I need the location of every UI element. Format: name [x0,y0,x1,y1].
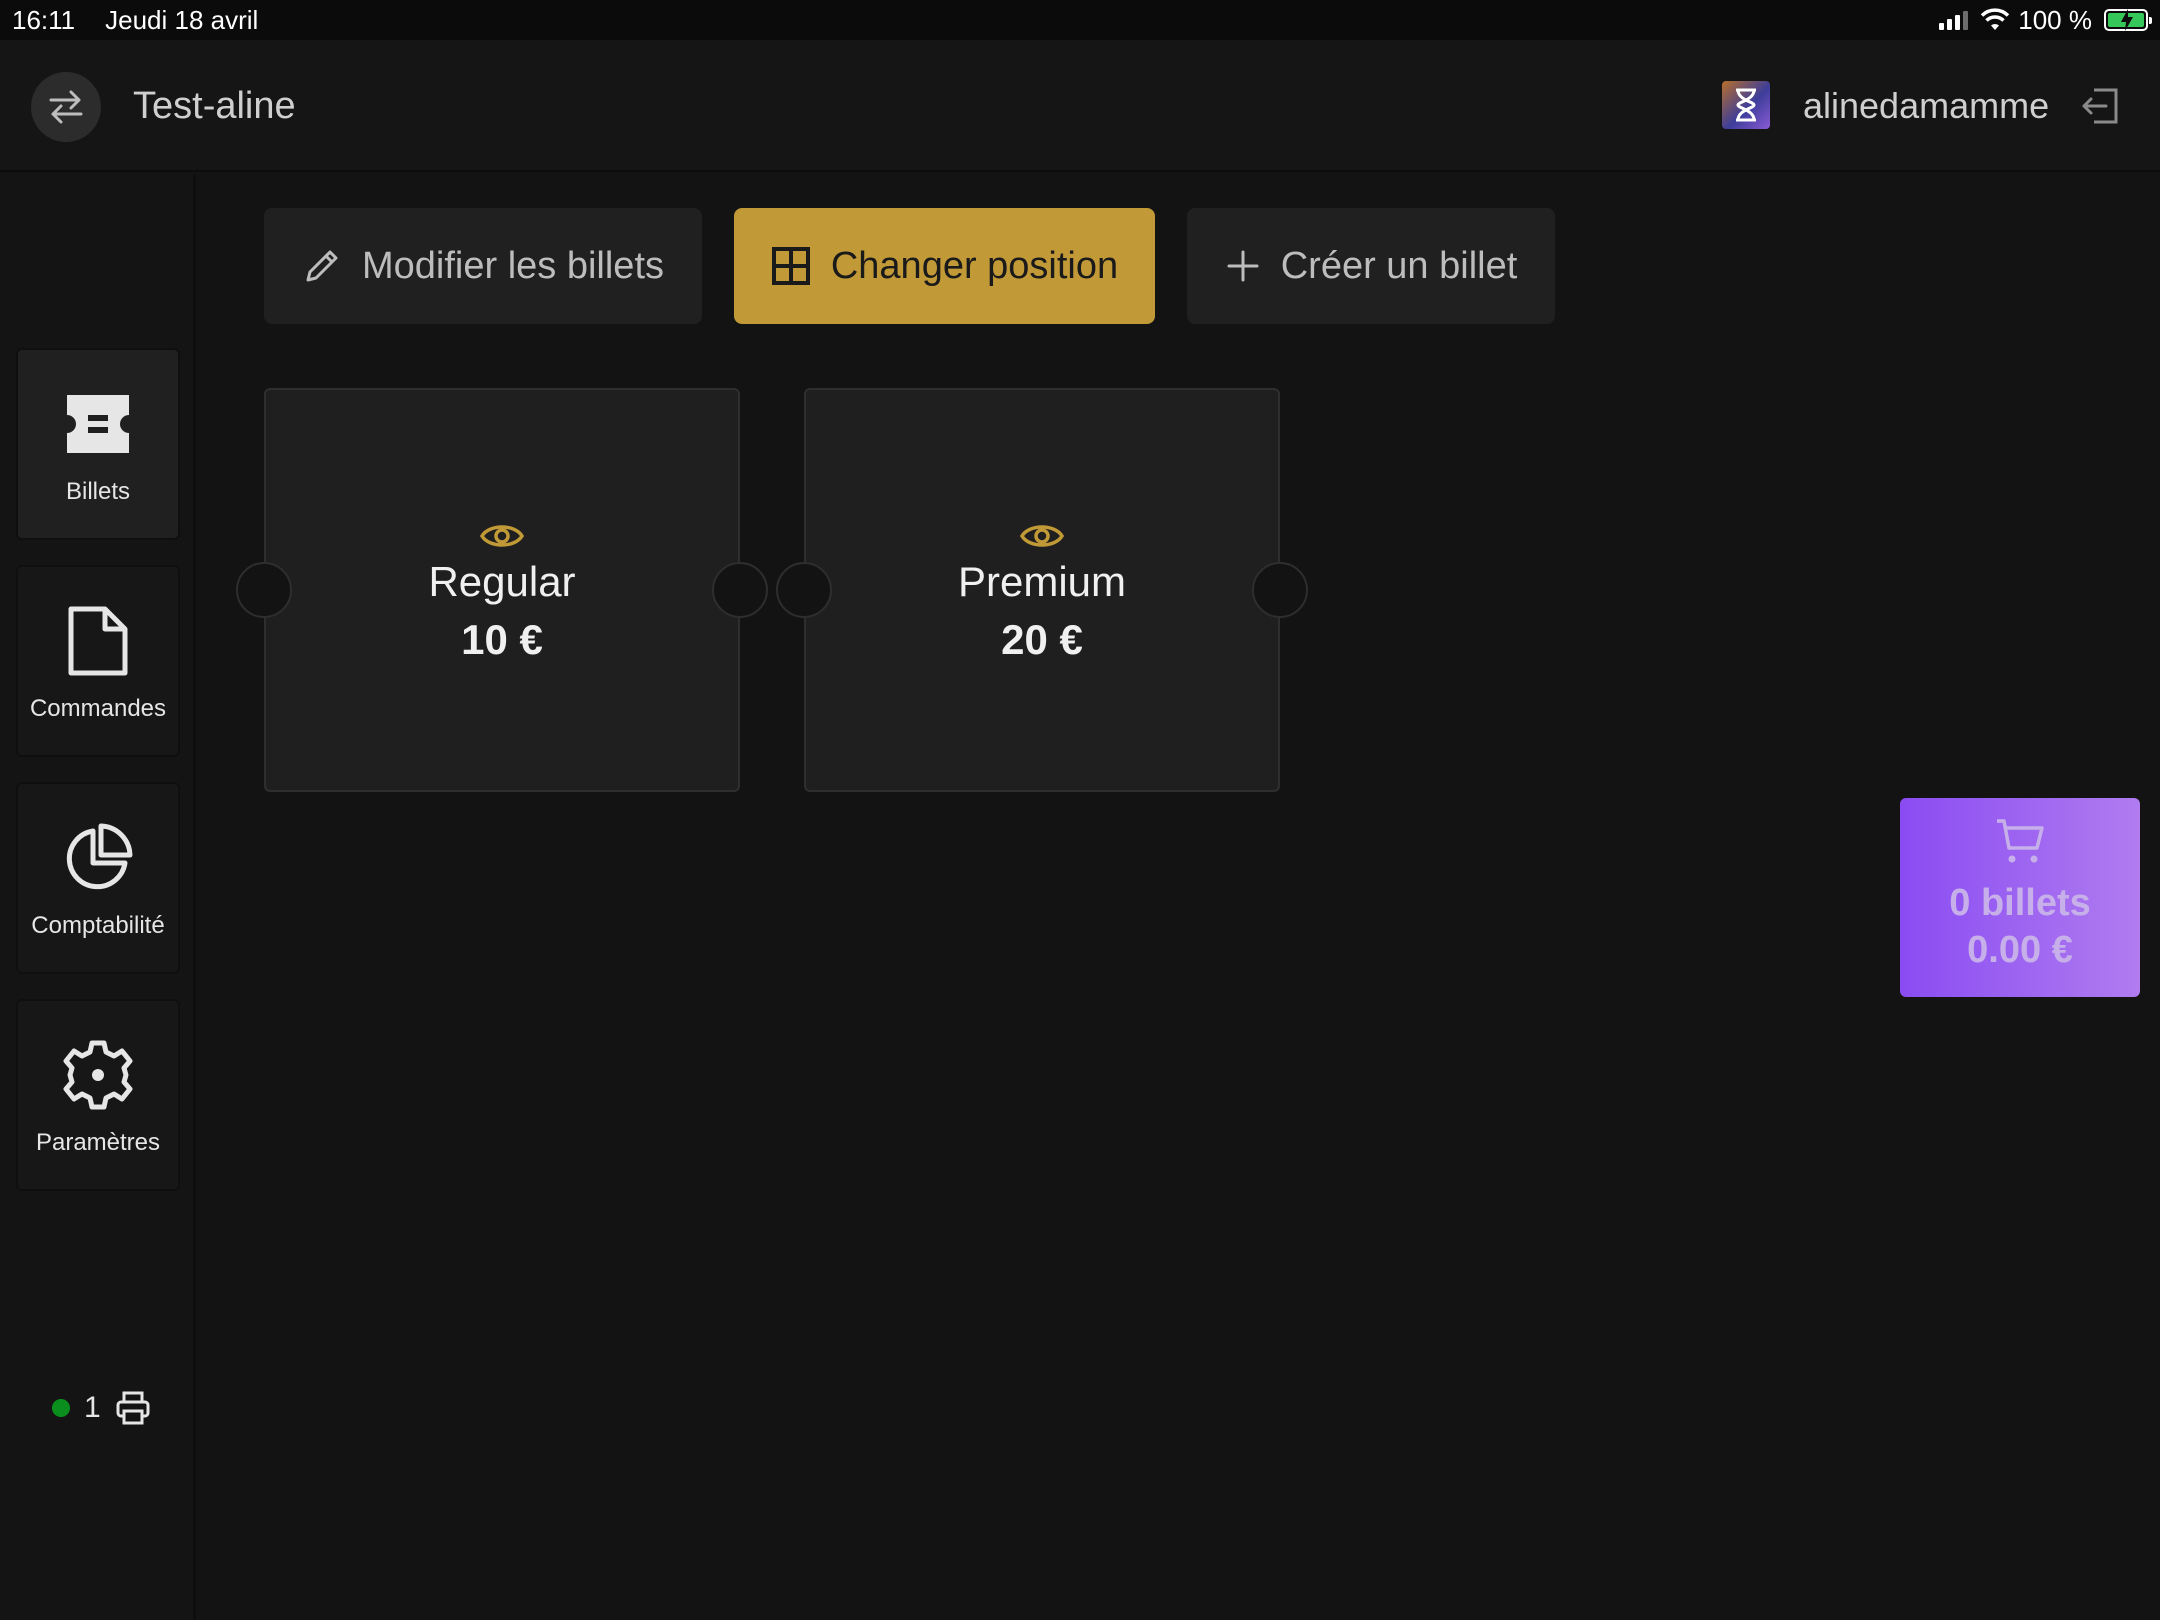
sidebar-item-label: Commandes [29,695,167,722]
status-bar: 16:11 Jeudi 18 avril 100 % [0,0,2160,40]
cart-count: 0 billets [1949,882,2091,924]
battery-icon [2104,9,2152,31]
create-ticket-button[interactable]: Créer un billet [1187,208,1555,324]
plus-icon [1227,250,1259,282]
sidebar-item-label: Comptabilité [31,912,165,939]
cart-total: 0.00 € [1967,929,2073,971]
ticket-icon [62,388,134,460]
status-date: Jeudi 18 avril [105,4,259,35]
status-time: 16:11 [12,4,76,35]
sidebar-item-comptabilite[interactable]: Comptabilité [16,782,180,974]
cellular-signal-icon [1939,10,1969,30]
ticket-card-premium[interactable]: Premium 20 € [776,388,1308,792]
eye-icon [1019,525,1065,547]
ticket-name: Premium [957,558,1127,605]
ticket-name: Regular [428,558,576,605]
ticket-price: 20 € [1001,616,1083,663]
logout-icon [2082,88,2118,124]
hourglass-icon [1736,88,1756,122]
status-indicators: 100 % [1939,4,2152,36]
wifi-icon [1981,8,2010,30]
cart-button[interactable]: 0 billets 0.00 € [1900,798,2140,997]
pie-chart-icon [62,822,134,894]
ticket-notch [712,562,768,618]
printer-icon [116,1391,150,1425]
change-position-label: Changer position [830,244,1119,287]
document-icon [62,605,134,677]
page-title: Test-aline [133,85,296,127]
sidebar-item-commandes[interactable]: Commandes [16,565,180,757]
cart-icon [1997,819,2044,863]
app-header: Test-aline alinedamamme [0,40,2160,172]
edit-tickets-button[interactable]: Modifier les billets [264,208,702,324]
printer-count: 1 [84,1391,101,1424]
edit-tickets-label: Modifier les billets [362,244,664,287]
gear-icon [62,1039,134,1111]
avatar[interactable] [1722,81,1770,129]
grid-icon [771,247,810,285]
ticket-card-regular[interactable]: Regular 10 € [236,388,768,792]
pencil-icon [306,250,338,282]
ticket-notch [1252,562,1308,618]
ticket-price: 10 € [461,616,543,663]
switch-event-button[interactable] [31,72,101,142]
printer-status[interactable]: 1 [52,1390,151,1426]
sidebar: Billets Commandes Comptabilité Paramètre… [0,174,196,1620]
ticket-notch [776,562,832,618]
change-position-button[interactable]: Changer position [734,208,1155,324]
swap-arrows-icon [49,90,83,124]
logout-button[interactable] [2080,84,2124,128]
ticket-notch [236,562,292,618]
status-dot [52,1399,70,1417]
sidebar-item-billets[interactable]: Billets [16,348,180,540]
create-ticket-label: Créer un billet [1280,244,1518,287]
sidebar-item-label: Paramètres [35,1129,161,1156]
eye-icon [479,525,525,547]
sidebar-item-label: Billets [65,478,131,505]
sidebar-item-parametres[interactable]: Paramètres [16,999,180,1191]
username: alinedamamme [1803,85,2050,126]
battery-percent: 100 % [2018,4,2092,35]
